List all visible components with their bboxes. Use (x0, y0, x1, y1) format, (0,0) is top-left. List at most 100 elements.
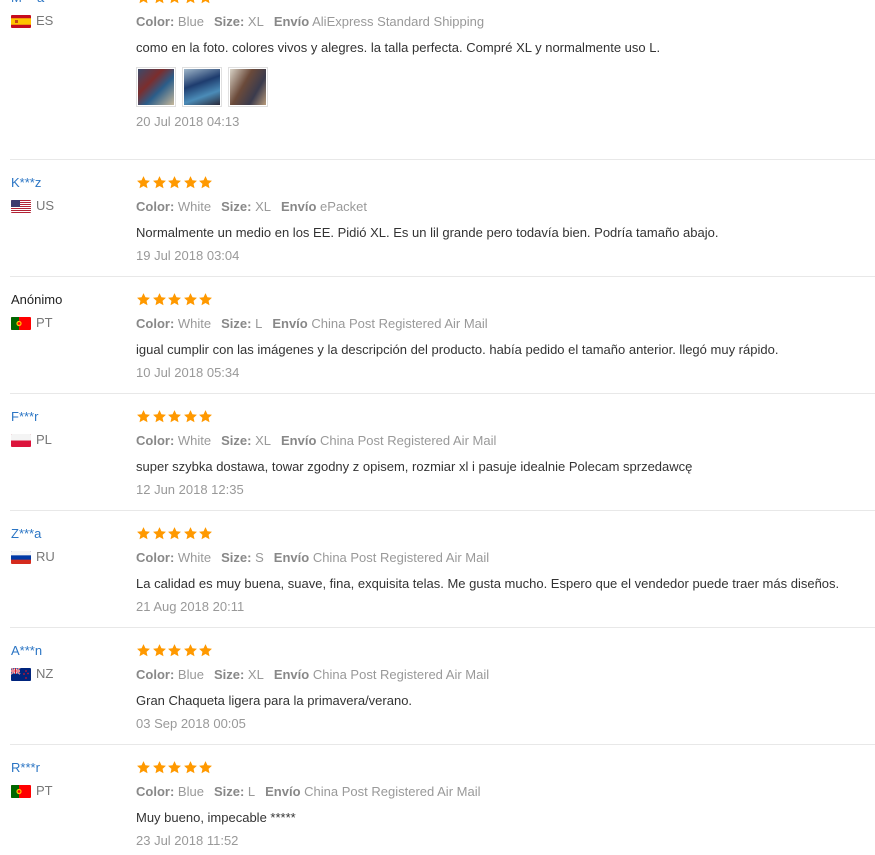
review-content: Color: White Size: XL Envío ePacket Normalm… (136, 175, 875, 264)
order-details: Color: White Size: L Envío China Post Regi… (136, 316, 875, 332)
shipping-label: Envío (272, 316, 308, 331)
reviewer-country: NZ (11, 667, 126, 681)
review-text: Normalmente un medio en los EE. Pidió XL… (136, 225, 719, 240)
review-date: 20 Jul 2018 04:13 (136, 114, 240, 129)
country-code: PL (36, 432, 52, 447)
order-details: Color: White Size: XL Envío ePacket (136, 199, 875, 215)
star-icon (183, 409, 198, 424)
star-icon (183, 526, 198, 541)
color-label: Color: (136, 316, 175, 331)
shipping-value: China Post Registered Air Mail (312, 550, 490, 565)
review-content: Color: White Size: L Envío China Post Regi… (136, 292, 875, 381)
star-rating (136, 643, 875, 659)
review-divider (10, 393, 875, 394)
country-code: PT (36, 783, 53, 798)
star-icon (198, 643, 213, 658)
reviewer-info: M***a ES (11, 0, 126, 28)
review-content: Color: Blue Size: L Envío China Post Regis… (136, 760, 875, 849)
star-icon (136, 526, 151, 541)
country-code: NZ (36, 666, 54, 681)
review-photos (136, 67, 875, 107)
review-content: Color: White Size: XL Envío China Post Reg… (136, 409, 875, 498)
review-photo-thumbnail[interactable] (182, 67, 222, 107)
shipping-value: ePacket (320, 199, 368, 214)
review-date: 12 Jun 2018 12:35 (136, 482, 244, 497)
color-label: Color: (136, 14, 175, 29)
russia-flag-icon (11, 550, 31, 564)
star-icon (198, 292, 213, 307)
size-value: S (255, 550, 264, 565)
star-icon (152, 643, 167, 658)
review-photo-thumbnail[interactable] (228, 67, 268, 107)
reviewer-name[interactable]: K***z (11, 175, 126, 191)
review-item: F***r PL Color: White Size: XL Envío China P… (0, 409, 875, 511)
review-date: 03 Sep 2018 00:05 (136, 716, 246, 731)
review-text: como en la foto. colores vivos y alegres… (136, 40, 661, 55)
shipping-label: Envío (265, 784, 301, 799)
size-label: Size: (213, 784, 245, 799)
size-label: Size: (221, 316, 252, 331)
shipping-value: AliExpress Standard Shipping (312, 14, 485, 29)
size-value: L (255, 316, 263, 331)
size-label: Size: (213, 14, 245, 29)
reviewer-info: F***r PL (11, 409, 126, 447)
review-date: 19 Jul 2018 03:04 (136, 248, 240, 263)
reviewer-country: PT (11, 784, 126, 798)
color-value: Blue (177, 14, 204, 29)
size-value: XL (247, 667, 264, 682)
star-icon (136, 643, 151, 658)
size-label: Size: (221, 199, 252, 214)
reviewer-name[interactable]: A***n (11, 643, 126, 659)
review-divider (10, 744, 875, 745)
star-rating (136, 292, 875, 308)
star-icon (136, 292, 151, 307)
star-icon (167, 0, 182, 5)
review-date: 10 Jul 2018 05:34 (136, 365, 240, 380)
review-item: K***z US Color: White Size: XL Envío ePacket… (0, 175, 875, 277)
order-details: Color: White Size: S Envío China Post Regi… (136, 550, 875, 566)
shipping-label: Envío (273, 14, 310, 29)
poland-flag-icon (11, 433, 31, 447)
color-value: White (177, 433, 212, 448)
order-details: Color: Blue Size: L Envío China Post Regis… (136, 784, 875, 800)
reviewer-name: Anónimo (11, 292, 63, 307)
review-date: 21 Aug 2018 20:11 (136, 599, 245, 614)
reviewer-name[interactable]: R***r (11, 760, 126, 776)
review-text: Gran Chaqueta ligera para la primavera/v… (136, 693, 413, 708)
reviewer-name[interactable]: Z***a (11, 526, 126, 542)
reviewer-country: PT (11, 316, 126, 330)
review-divider (10, 510, 875, 511)
shipping-value: China Post Registered Air Mail (311, 316, 488, 331)
reviewer-country: ES (11, 14, 126, 28)
shipping-label: Envío (273, 667, 310, 682)
country-code: RU (36, 549, 55, 564)
review-content: Color: White Size: S Envío China Post Regi… (136, 526, 875, 615)
color-label: Color: (136, 550, 175, 565)
review-text: super szybka dostawa, towar zgodny z opi… (136, 459, 693, 474)
star-icon (152, 760, 167, 775)
portugal-flag-icon (11, 784, 31, 798)
new-zealand-flag-icon (11, 667, 31, 681)
order-details: Color: White Size: XL Envío China Post Reg… (136, 433, 875, 449)
country-code: ES (36, 13, 54, 28)
review-divider (10, 627, 875, 628)
size-value: XL (247, 14, 264, 29)
star-icon (136, 175, 151, 190)
reviewer-name[interactable]: F***r (11, 409, 126, 425)
star-rating (136, 760, 875, 776)
color-label: Color: (136, 199, 175, 214)
star-icon (198, 760, 213, 775)
reviewer-name[interactable]: M***a (11, 0, 126, 6)
review-date: 23 Jul 2018 11:52 (136, 833, 239, 848)
star-icon (183, 292, 198, 307)
color-value: White (177, 316, 212, 331)
review-photo-thumbnail[interactable] (136, 67, 176, 107)
review-text: La calidad es muy buena, suave, fina, ex… (136, 576, 840, 591)
star-icon (167, 526, 182, 541)
star-icon (136, 409, 151, 424)
review-divider (10, 159, 875, 160)
star-icon (167, 643, 182, 658)
country-code: PT (36, 315, 53, 330)
size-label: Size: (221, 433, 252, 448)
reviewer-info: A***n NZ (11, 643, 126, 681)
